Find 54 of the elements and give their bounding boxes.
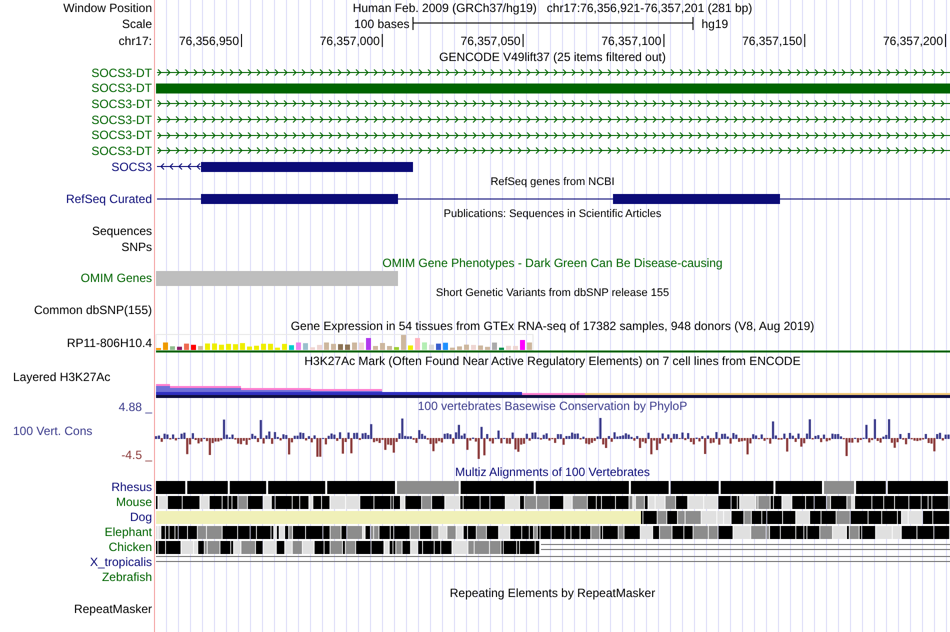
track-title: Short Genetic Variants from dbSNP release 155 [436,288,670,300]
track-label[interactable]: SOCS3-DT [91,114,152,126]
track-title: H3K27Ac Mark (Often Found Near Active Regulatory Elements) on 7 cell lines from ENCODE [304,354,801,367]
track-label[interactable]: SOCS3-DT [91,66,152,79]
track-label[interactable]: SOCS3-DT [91,82,152,94]
tick-mark [945,34,946,47]
tick-mark [382,34,383,47]
track-label[interactable]: SOCS3-DT [91,145,152,158]
track-label[interactable]: SOCS3-DT [91,98,152,110]
track-label[interactable]: Elephant [104,526,152,538]
tick-mark [241,34,242,47]
axis-max-label: 4.88 _ [118,400,152,413]
track-title: GENCODE V49lift37 (25 items filtered out) [439,51,666,63]
ruler-tick-label: 76,357,050 [460,34,521,48]
track-label[interactable]: Dog [130,511,152,524]
track-label: Scale [122,18,152,30]
ruler-tick-label: 76,357,200 [882,34,943,48]
position-text: chr17:76,356,921-76,357,201 (281 bp) [546,2,752,14]
ruler-tick-label: 76,357,000 [320,34,380,48]
track-label[interactable]: OMIM Genes [80,272,152,284]
tick-mark [663,34,664,47]
track-label[interactable]: RepeatMasker [74,602,152,615]
track-label[interactable]: Mouse [116,496,152,508]
tick-mark [522,34,524,47]
track-title: RefSeq genes from NCBI [490,177,615,188]
track-label: chr17: [118,34,152,46]
track-label[interactable]: 100 Vert. Cons [0,424,152,437]
track-label[interactable]: SOCS3 [111,160,152,173]
track-label: Window Position [63,2,152,14]
track-title: Repeating Elements by RepeatMasker [450,586,656,599]
track-label[interactable]: RP11-806H10.4 [66,337,152,350]
ruler-tick-label: 76,357,150 [742,34,802,48]
track-label[interactable]: Rhesus [111,481,152,494]
track-label[interactable]: SNPs [121,240,152,253]
track-title: Gene Expression in 54 tissues from GTEx RNA-seq of 17382 samples, 948 donors (V8, Aug 2019) [290,320,814,332]
track-label[interactable]: Chicken [108,541,152,554]
track-title: 100 vertebrates Basewise Conservation by PhyloP [418,400,688,412]
assembly-title: Human Feb. 2009 (GRCh37/hg19) [352,2,537,14]
track-label[interactable]: Zebrafish [102,571,152,584]
scale-length-label: 100 bases [354,18,410,30]
track-label[interactable]: Common dbSNP(155) [34,304,152,316]
assembly-label: hg19 [700,18,728,30]
track-label[interactable]: X_tropicalis [90,556,152,568]
track-label[interactable]: Layered H3K27Ac [13,370,110,383]
track-title: OMIM Gene Phenotypes - Dark Green Can Be Disease-causing [382,256,723,269]
ruler-tick-label: 76,356,950 [178,34,239,48]
ruler-tick-label: 76,357,100 [601,34,662,48]
tick-mark [804,34,806,47]
track-label[interactable]: RefSeq Curated [66,192,152,205]
track-title: Multiz Alignments of 100 Vertebrates [455,466,650,478]
track-label[interactable]: Sequences [92,224,152,237]
axis-min-label: -4.5 _ [120,448,152,461]
track-title: Publications: Sequences in Scientific Articles [444,209,662,220]
track-label[interactable]: SOCS3-DT [91,129,152,142]
